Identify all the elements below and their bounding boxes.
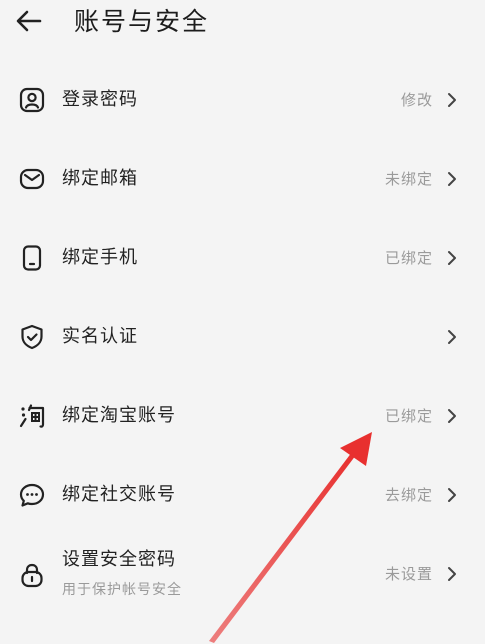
row-real-name-verification[interactable]: 实名认证	[0, 297, 485, 377]
row-value: 已绑定	[384, 407, 433, 425]
row-set-security-password[interactable]: 设置安全密码 用于保护帐号安全 未设置	[0, 534, 485, 624]
chevron-right-icon	[445, 91, 459, 109]
row-value: 去绑定	[384, 486, 433, 504]
page-title: 账号与安全	[74, 7, 210, 36]
chevron-right-icon	[445, 328, 459, 346]
chevron-right-icon	[445, 407, 459, 425]
chevron-right-icon	[445, 249, 459, 267]
chat-icon	[18, 481, 46, 509]
row-value: 已绑定	[384, 249, 433, 267]
shield-check-icon	[18, 323, 46, 351]
arrow-left-icon	[16, 10, 42, 32]
row-label: 绑定社交账号	[62, 484, 176, 505]
row-bind-phone[interactable]: 绑定手机 已绑定	[0, 218, 485, 298]
chevron-right-icon	[445, 170, 459, 188]
row-sublabel: 用于保护帐号安全	[62, 582, 182, 598]
row-label: 设置安全密码	[62, 549, 176, 570]
back-button[interactable]	[12, 4, 46, 38]
row-label: 实名认证	[62, 326, 138, 347]
row-label: 绑定淘宝账号	[62, 405, 176, 426]
row-label: 登录密码	[62, 89, 138, 110]
mail-icon	[18, 165, 46, 193]
row-value: 未设置	[384, 565, 433, 583]
chevron-right-icon	[445, 486, 459, 504]
row-value: 修改	[400, 91, 433, 109]
phone-icon	[18, 244, 46, 272]
row-label: 绑定邮箱	[62, 168, 138, 189]
chevron-right-icon	[445, 565, 459, 583]
row-bind-email[interactable]: 绑定邮箱 未绑定	[0, 139, 485, 219]
taobao-icon	[18, 402, 46, 430]
lock-icon	[18, 561, 46, 589]
row-bind-social[interactable]: 绑定社交账号 去绑定	[0, 455, 485, 535]
row-label: 绑定手机	[62, 247, 138, 268]
row-bind-taobao[interactable]: 绑定淘宝账号 已绑定	[0, 376, 485, 456]
header: 账号与安全	[0, 0, 485, 46]
row-value: 未绑定	[384, 170, 433, 188]
user-frame-icon	[18, 86, 46, 114]
row-login-password[interactable]: 登录密码 修改	[0, 60, 485, 140]
